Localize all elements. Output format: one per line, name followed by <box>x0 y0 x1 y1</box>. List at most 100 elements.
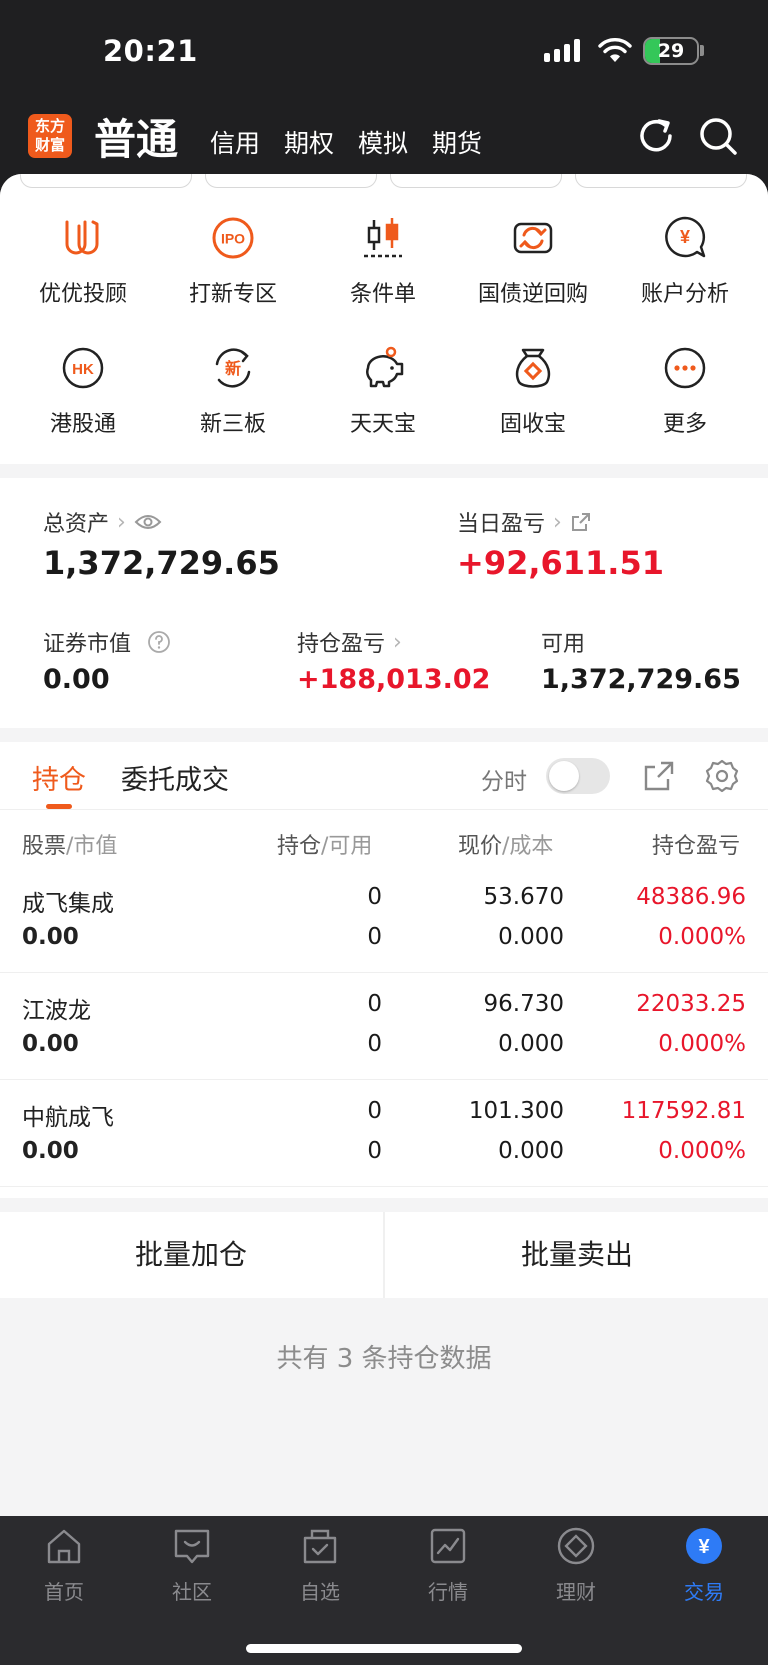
tab-orders[interactable]: 委托成交 <box>121 758 229 797</box>
watchlist-icon <box>303 1529 337 1564</box>
quick-item-more[interactable]: 更多 <box>610 344 760 438</box>
daily-pl-label[interactable]: 当日盈亏 › <box>457 506 592 538</box>
quick-item-condition-order[interactable]: 条件单 <box>308 214 458 308</box>
share-icon[interactable] <box>641 758 677 794</box>
battery-level: 29 <box>657 40 685 62</box>
tab-futures[interactable]: 期货 <box>432 124 482 160</box>
stock-price: 101.300 <box>468 1098 564 1124</box>
quick-item-label: 天天宝 <box>349 412 416 437</box>
peek-button-1[interactable] <box>20 174 192 188</box>
quick-item-new-third-board[interactable]: 新 新三板 <box>158 344 308 438</box>
more-icon <box>664 347 706 389</box>
account-type-title[interactable]: 普通 <box>94 106 178 167</box>
divider <box>383 1212 385 1298</box>
stock-hold: 0 <box>367 991 382 1017</box>
money-bag-icon <box>515 348 551 388</box>
chevron-right-icon: › <box>553 509 562 535</box>
home-icon <box>47 1529 81 1564</box>
svg-text:¥: ¥ <box>680 227 690 247</box>
nav-trade[interactable]: ¥ 交易 <box>640 1526 768 1605</box>
quick-item-tiantianbao[interactable]: 天天宝 <box>308 344 458 438</box>
quick-item-account-analysis[interactable]: ¥ 账户分析 <box>610 214 760 308</box>
market-chart-icon <box>430 1528 466 1564</box>
stock-name: 江波龙 <box>22 998 91 1024</box>
uu-advisor-icon <box>65 220 99 255</box>
quick-item-label: 港股通 <box>49 412 116 437</box>
candlestick-icon <box>364 218 402 258</box>
tab-credit[interactable]: 信用 <box>210 124 260 160</box>
nav-wealth[interactable]: 理财 <box>512 1526 640 1605</box>
svg-text:¥: ¥ <box>698 1536 710 1558</box>
peek-button-2[interactable] <box>205 174 377 188</box>
settings-gear-icon[interactable] <box>704 758 740 794</box>
nav-watchlist[interactable]: 自选 <box>256 1526 384 1605</box>
batch-actions: 批量加仓 批量卖出 <box>0 1212 768 1298</box>
table-row[interactable]: 江波龙 0.00 0 0 96.730 0.000 22033.25 0.000… <box>0 973 768 1080</box>
nav-label: 首页 <box>44 1580 84 1604</box>
available-value: 1,372,729.65 <box>541 664 741 695</box>
positions-count-text: 共有 3 条持仓数据 <box>276 1344 492 1374</box>
table-row[interactable]: 成飞集成 0.00 0 0 53.670 0.000 48386.96 0.00… <box>0 866 768 973</box>
col-pl[interactable]: 持仓盈亏 <box>652 828 752 860</box>
total-assets-label[interactable]: 总资产 › <box>43 506 162 538</box>
tab-simulate[interactable]: 模拟 <box>358 124 408 160</box>
trade-yuan-icon: ¥ <box>686 1528 722 1564</box>
quick-item-gushoubao[interactable]: 固收宝 <box>458 344 608 438</box>
holding-pl-label[interactable]: 持仓盈亏 › <box>297 626 402 658</box>
total-assets-text: 总资产 <box>43 512 110 537</box>
stock-market-value: 0.00 <box>22 924 79 950</box>
market-value-text: 证券市值 <box>43 632 132 657</box>
yuan-chat-icon: ¥ <box>665 216 706 258</box>
battery-icon: 29 <box>643 37 699 65</box>
quick-menu: 优优投顾 IPO 打新专区 条件单 国债逆回购 ¥ 账户分析 HK 港股通 新 … <box>0 174 768 464</box>
refresh-icon[interactable] <box>634 114 678 158</box>
stock-available: 0 <box>367 1138 382 1164</box>
community-icon <box>174 1529 210 1564</box>
peek-button-3[interactable] <box>390 174 562 188</box>
stock-available: 0 <box>367 1031 382 1057</box>
quick-item-reverse-repo[interactable]: 国债逆回购 <box>458 214 608 308</box>
positions-tabs: 持仓 委托成交 分时 <box>0 742 768 810</box>
col-hold[interactable]: 持仓/可用 <box>277 828 372 860</box>
nav-community[interactable]: 社区 <box>128 1526 256 1605</box>
col-hold-sub: /可用 <box>321 834 373 859</box>
quick-item-uu-advisor[interactable]: 优优投顾 <box>8 214 158 308</box>
stock-market-value: 0.00 <box>22 1031 79 1057</box>
stock-market-value: 0.00 <box>22 1138 79 1164</box>
stock-name: 成飞集成 <box>22 891 114 917</box>
peek-button-4[interactable] <box>575 174 747 188</box>
tab-positions[interactable]: 持仓 <box>32 758 86 797</box>
col-stock-sub: /市值 <box>66 834 118 859</box>
quick-item-label: 国债逆回购 <box>477 282 588 307</box>
nav-home[interactable]: 首页 <box>0 1526 128 1605</box>
col-price[interactable]: 现价/成本 <box>458 828 553 860</box>
stock-pl-pct: 0.000% <box>658 924 746 950</box>
app-logo[interactable]: 东方 财富 <box>28 114 72 158</box>
quick-item-ipo[interactable]: IPO 打新专区 <box>158 214 308 308</box>
ipo-icon: IPO <box>212 217 254 259</box>
stock-pl-pct: 0.000% <box>658 1138 746 1164</box>
stock-name: 中航成飞 <box>22 1105 114 1131</box>
nav-market[interactable]: 行情 <box>384 1526 512 1605</box>
chevron-right-icon: › <box>393 629 402 655</box>
eye-icon[interactable] <box>134 512 162 532</box>
intraday-toggle[interactable] <box>546 758 610 794</box>
stock-pl: 117592.81 <box>621 1098 746 1124</box>
wifi-icon <box>598 38 632 62</box>
quick-item-label: 新三板 <box>199 412 266 437</box>
stock-price: 96.730 <box>483 991 564 1017</box>
stock-cost: 0.000 <box>498 924 564 950</box>
table-row[interactable]: 中航成飞 0.00 0 0 101.300 0.000 117592.81 0.… <box>0 1080 768 1187</box>
search-icon[interactable] <box>696 114 740 158</box>
help-icon[interactable] <box>147 630 171 654</box>
toggle-knob <box>549 761 579 791</box>
tab-options[interactable]: 期权 <box>284 124 334 160</box>
market-value-label: 证券市值 <box>43 626 171 658</box>
col-stock[interactable]: 股票/市值 <box>22 828 117 860</box>
batch-sell-button[interactable]: 批量卖出 <box>386 1212 768 1298</box>
trade-page: 优优投顾 IPO 打新专区 条件单 国债逆回购 ¥ 账户分析 HK 港股通 新 … <box>0 174 768 1516</box>
col-price-sub: /成本 <box>502 834 554 859</box>
quick-item-hk-connect[interactable]: HK 港股通 <box>8 344 158 438</box>
share-icon[interactable] <box>570 511 592 533</box>
batch-add-button[interactable]: 批量加仓 <box>0 1212 382 1298</box>
